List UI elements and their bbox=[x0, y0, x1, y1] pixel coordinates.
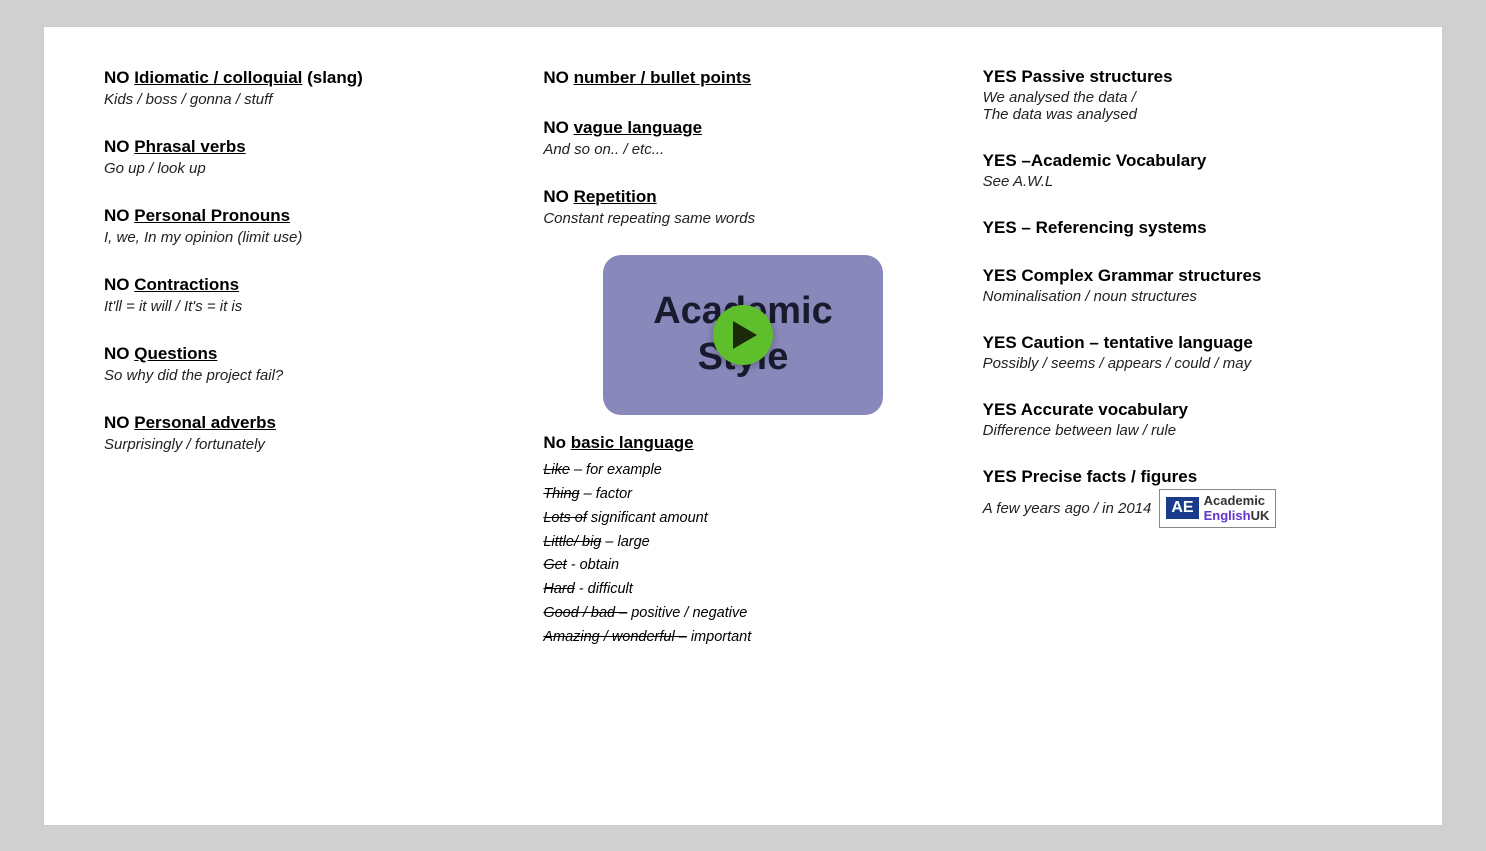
sub-repetition: Constant repeating same words bbox=[543, 210, 942, 227]
sub-vague: And so on.. / etc... bbox=[543, 141, 942, 158]
basic-item-little: Little/ big – large bbox=[543, 531, 942, 555]
basic-item-good: Good / bad – positive / negative bbox=[543, 602, 942, 626]
rest-little: – large bbox=[601, 534, 649, 550]
item-phrasal: NO Phrasal verbs Go up / look up bbox=[104, 136, 503, 177]
title-underline-phrasal: Phrasal verbs bbox=[134, 137, 246, 156]
strikethrough-amazing: Amazing / wonderful – bbox=[543, 629, 686, 645]
no-label-repetition: NO bbox=[543, 187, 573, 206]
rest-amazing: important bbox=[687, 629, 751, 645]
yes-title-precise-facts: YES Precise facts / figures bbox=[983, 467, 1382, 487]
video-container[interactable]: Academic Style bbox=[543, 255, 942, 415]
basic-item-lots: Lots of significant amount bbox=[543, 507, 942, 531]
item-complex-grammar: YES Complex Grammar structures Nominalis… bbox=[983, 266, 1382, 305]
yes-sub-caution: Possibly / seems / appears / could / may bbox=[983, 355, 1382, 372]
sub-personal-adverbs: Surprisingly / fortunately bbox=[104, 436, 503, 453]
item-bullet: NO number / bullet points bbox=[543, 67, 942, 89]
title-underline-idiomatic: Idiomatic / colloquial bbox=[134, 68, 302, 87]
basic-item-like: Like – for example bbox=[543, 459, 942, 483]
item-caution: YES Caution – tentative language Possibl… bbox=[983, 333, 1382, 372]
strikethrough-good: Good / bad – bbox=[543, 605, 627, 621]
rest-good: positive / negative bbox=[627, 605, 747, 621]
sub-questions: So why did the project fail? bbox=[104, 367, 503, 384]
title-rest-idiomatic: (slang) bbox=[302, 68, 362, 87]
no-label-contractions: NO bbox=[104, 275, 134, 294]
no-label-basic: No bbox=[543, 433, 570, 452]
item-vague: NO vague language And so on.. / etc... bbox=[543, 117, 942, 158]
strikethrough-little: Little/ big bbox=[543, 534, 601, 550]
yes-title-complex-grammar: YES Complex Grammar structures bbox=[983, 266, 1382, 286]
rest-thing: – factor bbox=[580, 486, 632, 502]
basic-lang-title: No basic language bbox=[543, 433, 942, 453]
ae-box: AE bbox=[1166, 497, 1198, 519]
title-underline-pronouns: Personal Pronouns bbox=[134, 206, 290, 225]
sub-idiomatic: Kids / boss / gonna / stuff bbox=[104, 91, 503, 108]
strikethrough-hard: Hard bbox=[543, 581, 574, 597]
no-label-questions: NO bbox=[104, 344, 134, 363]
item-repetition: NO Repetition Constant repeating same wo… bbox=[543, 186, 942, 227]
item-basic-language: No basic language Like – for example Thi… bbox=[543, 433, 942, 650]
strikethrough-like: Like bbox=[543, 462, 570, 478]
no-label-bullet: NO bbox=[543, 68, 573, 87]
ae-english: English bbox=[1204, 508, 1251, 523]
item-precise-facts: YES Precise facts / figures A few years … bbox=[983, 467, 1382, 528]
no-label-personal-adverbs: NO bbox=[104, 413, 134, 432]
play-icon bbox=[733, 321, 757, 349]
basic-item-hard: Hard - difficult bbox=[543, 578, 942, 602]
play-button[interactable] bbox=[713, 305, 773, 365]
item-accurate-vocab: YES Accurate vocabulary Difference betwe… bbox=[983, 400, 1382, 439]
basic-lang-list: Like – for example Thing – factor Lots o… bbox=[543, 459, 942, 650]
mid-column: NO number / bullet points NO vague langu… bbox=[523, 57, 962, 795]
basic-item-amazing: Amazing / wonderful – important bbox=[543, 626, 942, 650]
strikethrough-get: Get bbox=[543, 557, 566, 573]
item-personal-adverbs: NO Personal adverbs Surprisingly / fortu… bbox=[104, 412, 503, 453]
video-box[interactable]: Academic Style bbox=[603, 255, 883, 415]
no-label-vague: NO bbox=[543, 118, 573, 137]
yes-title-academic-vocab: YES –Academic Vocabulary bbox=[983, 151, 1382, 171]
strikethrough-thing: Thing bbox=[543, 486, 579, 502]
sub-phrasal: Go up / look up bbox=[104, 160, 503, 177]
item-academic-vocab: YES –Academic Vocabulary See A.W.L bbox=[983, 151, 1382, 190]
left-column: NO Idiomatic / colloquial (slang) Kids /… bbox=[84, 57, 523, 795]
yes-title-caution: YES Caution – tentative language bbox=[983, 333, 1382, 353]
right-column: YES Passive structures We analysed the d… bbox=[963, 57, 1402, 795]
title-underline-repetition: Repetition bbox=[574, 187, 657, 206]
title-underline-vague: vague language bbox=[574, 118, 702, 137]
item-questions: NO Questions So why did the project fail… bbox=[104, 343, 503, 384]
sub-pronouns: I, we, In my opinion (limit use) bbox=[104, 229, 503, 246]
title-underline-contractions: Contractions bbox=[134, 275, 239, 294]
rest-like: – for example bbox=[570, 462, 662, 478]
yes-sub-accurate-vocab: Difference between law / rule bbox=[983, 422, 1382, 439]
no-label-pronouns: NO bbox=[104, 206, 134, 225]
ae-logo: AE AcademicEnglishUK bbox=[1159, 489, 1276, 528]
rest-hard: - difficult bbox=[575, 581, 633, 597]
basic-item-get: Get - obtain bbox=[543, 554, 942, 578]
yes-title-passive: YES Passive structures bbox=[983, 67, 1382, 87]
rest-lots: significant amount bbox=[587, 510, 708, 526]
yes-sub-precise-facts: A few years ago / in 2014 bbox=[983, 500, 1152, 517]
rest-get: - obtain bbox=[567, 557, 619, 573]
strikethrough-lots: Lots of bbox=[543, 510, 587, 526]
yes-title-referencing: YES – Referencing systems bbox=[983, 218, 1382, 238]
item-contractions: NO Contractions It'll = it will / It's =… bbox=[104, 274, 503, 315]
basic-lang-underline: basic language bbox=[571, 433, 694, 452]
title-underline-personal-adverbs: Personal adverbs bbox=[134, 413, 276, 432]
item-pronouns: NO Personal Pronouns I, we, In my opinio… bbox=[104, 205, 503, 246]
sub-contractions: It'll = it will / It's = it is bbox=[104, 298, 503, 315]
no-label-idiomatic: NO bbox=[104, 68, 134, 87]
slide: NO Idiomatic / colloquial (slang) Kids /… bbox=[43, 26, 1443, 826]
yes-title-accurate-vocab: YES Accurate vocabulary bbox=[983, 400, 1382, 420]
title-underline-bullet: number / bullet points bbox=[574, 68, 752, 87]
item-passive: YES Passive structures We analysed the d… bbox=[983, 67, 1382, 123]
yes-sub-complex-grammar: Nominalisation / noun structures bbox=[983, 288, 1382, 305]
yes-sub-academic-vocab: See A.W.L bbox=[983, 173, 1382, 190]
ae-text: AcademicEnglishUK bbox=[1204, 493, 1270, 524]
basic-item-thing: Thing – factor bbox=[543, 483, 942, 507]
title-underline-questions: Questions bbox=[134, 344, 217, 363]
yes-sub-passive: We analysed the data /The data was analy… bbox=[983, 89, 1382, 123]
no-label-phrasal: NO bbox=[104, 137, 134, 156]
item-idiomatic: NO Idiomatic / colloquial (slang) Kids /… bbox=[104, 67, 503, 108]
item-referencing: YES – Referencing systems bbox=[983, 218, 1382, 238]
